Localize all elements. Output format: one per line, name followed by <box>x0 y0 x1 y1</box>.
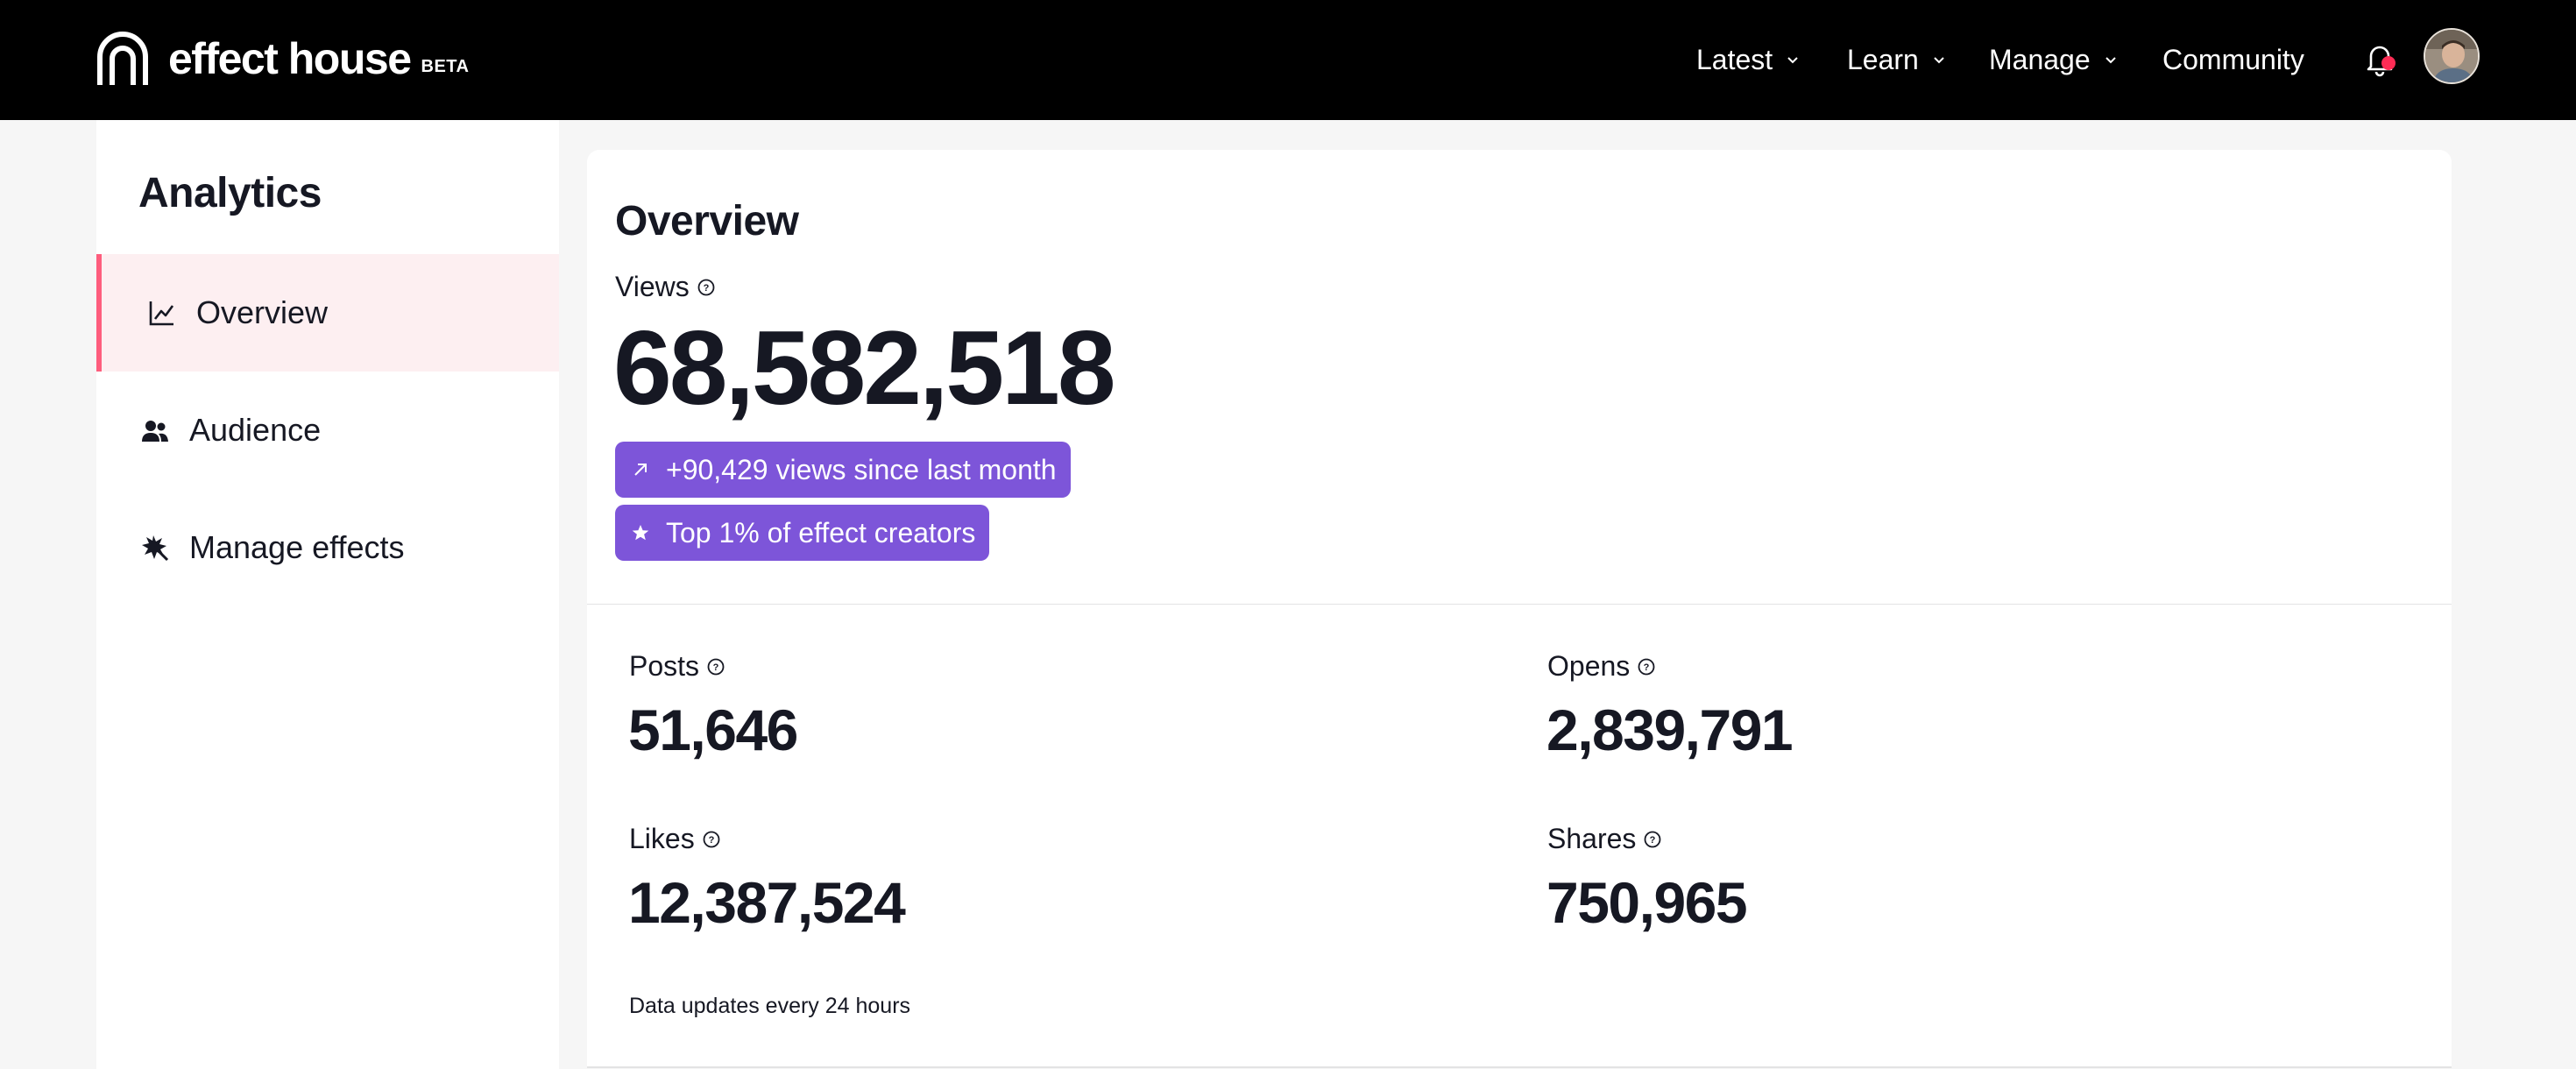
main-nav: Latest Learn Manage Community <box>0 39 2576 81</box>
nav-latest-label: Latest <box>1696 43 1773 75</box>
sidebar-title: Analytics <box>138 170 322 216</box>
avatar[interactable] <box>2424 28 2480 84</box>
line-chart-icon <box>149 301 174 326</box>
views-label: Views ? <box>615 271 716 303</box>
nav-learn-label: Learn <box>1847 43 1919 75</box>
shares-value: 750,965 <box>1546 870 1748 935</box>
help-icon[interactable]: ? <box>706 657 725 676</box>
help-icon[interactable]: ? <box>702 830 721 849</box>
svg-text:?: ? <box>713 662 719 673</box>
badge-text: Top 1% of effect creators <box>666 516 976 549</box>
chevron-down-icon <box>2105 57 2116 64</box>
svg-text:?: ? <box>1644 662 1650 673</box>
nav-manage-label: Manage <box>1989 43 2091 75</box>
sidebar-item-label: Overview <box>196 294 329 330</box>
nav-community-label: Community <box>2162 43 2304 75</box>
arrow-up-right-icon <box>634 464 647 476</box>
nav-learn[interactable]: Learn <box>1847 39 1947 81</box>
stat-label: Posts <box>629 650 700 682</box>
page-title: Overview <box>615 198 799 244</box>
stat-label: Shares <box>1547 823 1637 854</box>
sidebar-item-label: Audience <box>189 412 322 448</box>
sidebar-item-overview[interactable]: Overview <box>96 254 559 372</box>
effects-icon <box>142 535 169 562</box>
sidebar-item-manage-effects[interactable]: Manage effects <box>96 489 559 606</box>
sidebar-item-label: Manage effects <box>189 529 405 565</box>
sidebar-item-audience[interactable]: Audience <box>96 372 559 489</box>
data-update-note: Data updates every 24 hours <box>629 994 911 1018</box>
views-label-text: Views <box>615 271 690 302</box>
shares-label: Shares ? <box>1547 823 1662 855</box>
views-growth-badge: +90,429 views since last month <box>615 442 1071 498</box>
chevron-down-icon <box>1787 57 1798 64</box>
opens-label: Opens ? <box>1547 650 1656 683</box>
nav-manage[interactable]: Manage <box>1989 39 2119 81</box>
svg-text:?: ? <box>1650 835 1656 846</box>
stat-label: Opens <box>1547 650 1631 682</box>
posts-value: 51,646 <box>628 697 798 762</box>
likes-value: 12,387,524 <box>628 870 906 935</box>
svg-text:?: ? <box>708 835 714 846</box>
nav-community[interactable]: Community <box>2162 39 2304 81</box>
sidebar: Analytics Overview Audience Manage effec… <box>96 120 559 1069</box>
nav-latest[interactable]: Latest <box>1696 39 1801 81</box>
help-icon[interactable]: ? <box>697 278 716 297</box>
views-value: 68,582,518 <box>613 309 1116 427</box>
help-icon[interactable]: ? <box>1643 830 1662 849</box>
badge-text: +90,429 views since last month <box>666 453 1057 485</box>
svg-text:?: ? <box>703 283 709 294</box>
stat-label: Likes <box>629 823 695 854</box>
notification-dot <box>2381 56 2396 70</box>
help-icon[interactable]: ? <box>1637 657 1656 676</box>
likes-label: Likes ? <box>629 823 721 855</box>
people-icon <box>142 421 168 442</box>
star-icon <box>632 525 649 541</box>
opens-value: 2,839,791 <box>1546 697 1794 762</box>
chevron-down-icon <box>1934 57 1944 64</box>
posts-label: Posts ? <box>629 650 725 683</box>
divider <box>587 1066 2452 1068</box>
top-creator-badge: Top 1% of effect creators <box>615 505 990 561</box>
